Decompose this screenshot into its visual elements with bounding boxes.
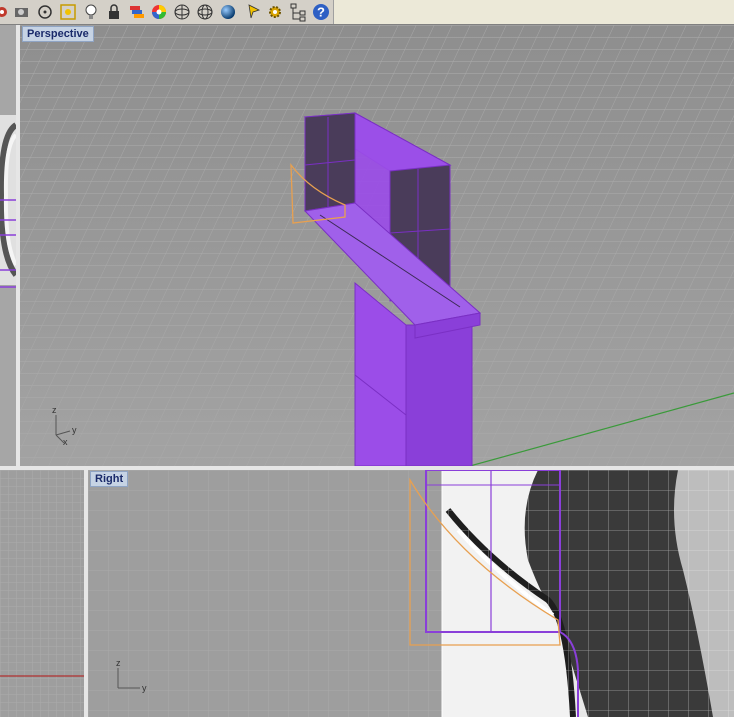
right-viewport-label[interactable]: Right: [90, 471, 129, 487]
color-layers-icon[interactable]: [127, 2, 147, 22]
lightbulb-icon[interactable]: [81, 2, 101, 22]
front-viewport[interactable]: [0, 470, 84, 717]
render-sphere-icon[interactable]: [218, 2, 238, 22]
mesh-icon[interactable]: [195, 2, 215, 22]
help-glyph: ?: [317, 5, 325, 20]
gear-icon[interactable]: [265, 2, 285, 22]
hierarchy-icon[interactable]: [288, 2, 308, 22]
axis-x-label: x: [63, 437, 68, 447]
perspective-canvas: z y x: [20, 25, 734, 466]
circle-point-icon[interactable]: [35, 2, 55, 22]
right-axis-z-label: z: [116, 658, 121, 668]
top-viewport[interactable]: [0, 25, 16, 466]
top-viewport-canvas: [0, 115, 16, 288]
lock-icon[interactable]: [104, 2, 124, 22]
right-viewport[interactable]: z y Right: [88, 470, 734, 717]
axis-z-label: z: [52, 405, 57, 415]
axis-y-label: y: [72, 425, 77, 435]
color-wheel-icon[interactable]: [149, 2, 169, 22]
camera-icon[interactable]: [12, 2, 32, 22]
help-icon[interactable]: ?: [311, 2, 331, 22]
toolbar-empty-area: [333, 0, 734, 24]
right-canvas: z y: [88, 470, 734, 717]
main-toolbar: ?: [0, 0, 734, 25]
snap-icon[interactable]: [58, 2, 78, 22]
front-viewport-canvas: [0, 470, 84, 717]
perspective-viewport[interactable]: z y x Perspective: [20, 25, 734, 466]
perspective-viewport-label[interactable]: Perspective: [22, 26, 94, 42]
right-axis-y-label: y: [142, 683, 147, 693]
pointer-flag-icon[interactable]: [244, 2, 264, 22]
sphere-wire-icon[interactable]: [172, 2, 192, 22]
